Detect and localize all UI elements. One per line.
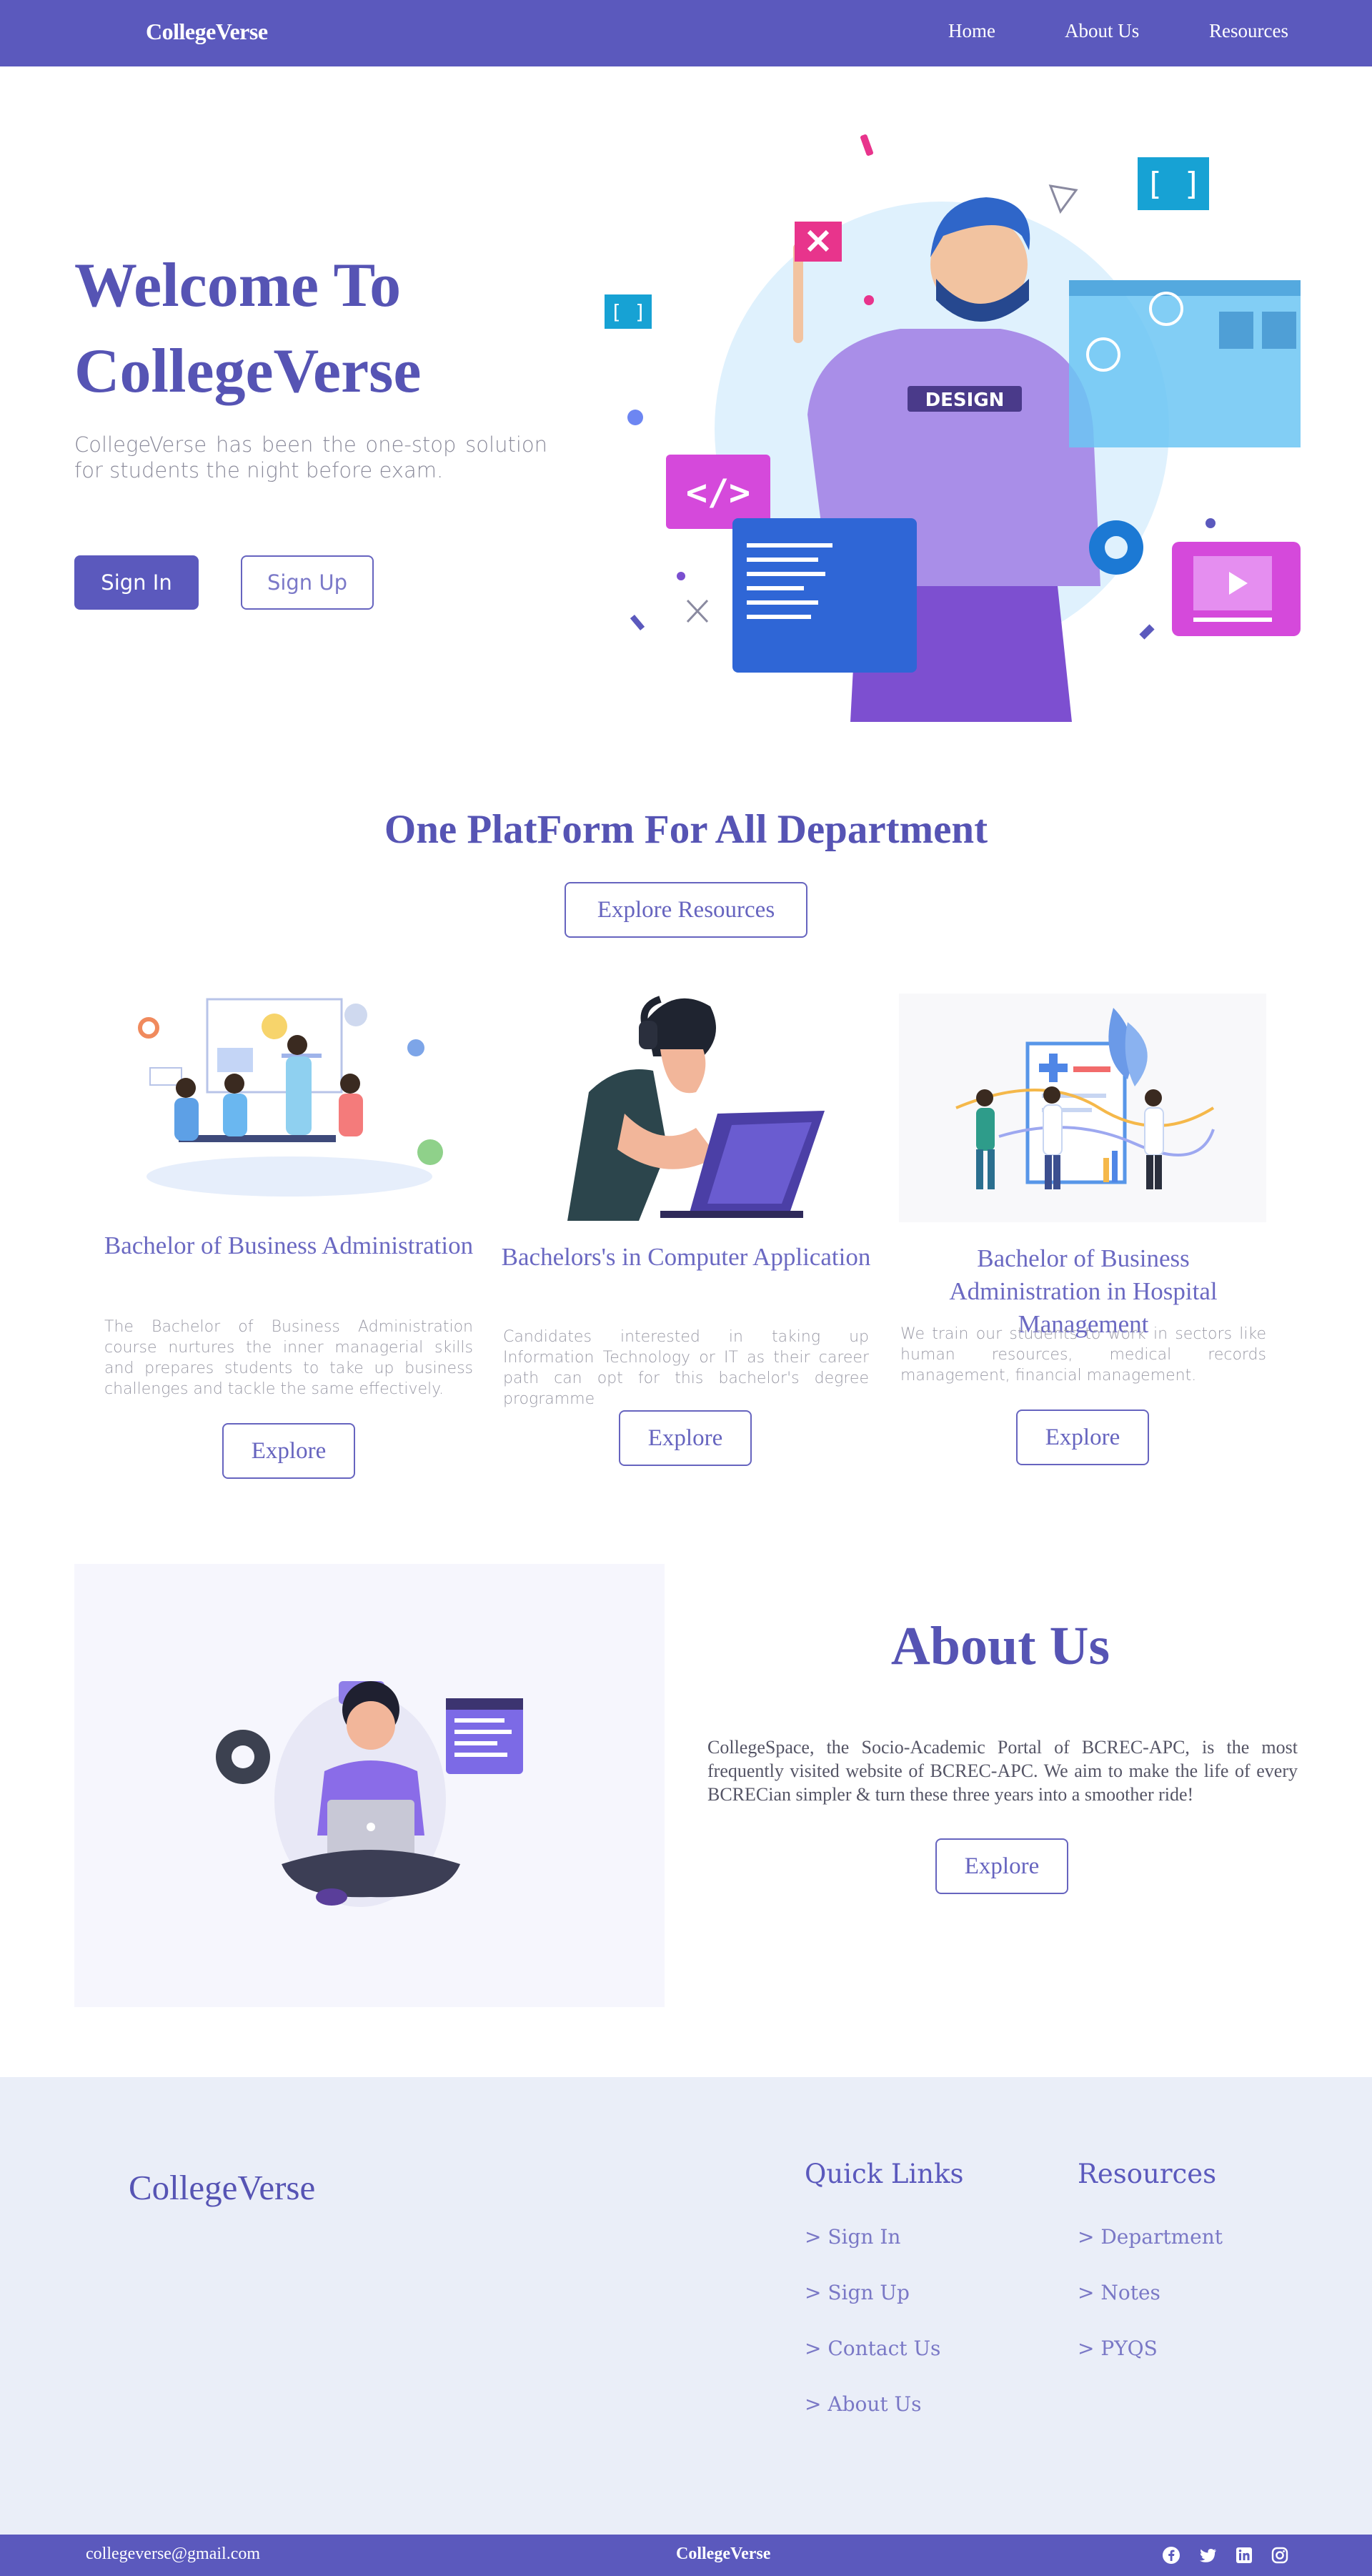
navbar: CollegeVerse Home About Us Resources xyxy=(0,0,1372,66)
hero-title-line2: CollegeVerse xyxy=(74,337,422,406)
about-description: CollegeSpace, the Socio-Academic Portal … xyxy=(707,1737,1298,1805)
footer xyxy=(0,2077,1372,2535)
footer-link-sign-up[interactable]: > Sign Up xyxy=(805,2281,910,2304)
section-title: One PlatForm For All Department xyxy=(384,807,988,852)
hero-title: Welcome To CollegeVerse xyxy=(74,243,589,415)
hero-description: CollegeVerse has been the one-stop solut… xyxy=(74,432,547,482)
card-description-bca: Candidates interested in taking up Infor… xyxy=(503,1328,869,1408)
explore-resources-button[interactable]: Explore Resources xyxy=(565,882,807,938)
footer-link-department[interactable]: > Department xyxy=(1078,2225,1223,2249)
about-illustration-panel: </> xyxy=(74,1564,665,2007)
sign-in-button[interactable]: Sign In xyxy=(74,555,199,610)
coder-illustration: </> xyxy=(216,1681,523,1907)
linkedin-icon[interactable] xyxy=(1235,2546,1253,2565)
footer-link-notes[interactable]: > Notes xyxy=(1078,2281,1160,2304)
card-description-bba-hospital: We train our students to work in sectors… xyxy=(900,1325,1266,1384)
footer-brand[interactable]: CollegeVerse xyxy=(129,2167,315,2208)
hospital-management-illustration xyxy=(899,994,1266,1222)
contact-email[interactable]: collegeverse@gmail.com xyxy=(86,2545,260,2564)
footer-link-about-us[interactable]: > About Us xyxy=(805,2392,922,2416)
footer-link-sign-in[interactable]: > Sign In xyxy=(805,2225,900,2249)
svg-text:[ ]: [ ] xyxy=(610,300,647,324)
navbar-brand[interactable]: CollegeVerse xyxy=(146,19,268,45)
bottom-brand: CollegeVerse xyxy=(676,2545,771,2563)
hero-illustration: [ ] [ ] DESIGN </> xyxy=(605,134,1301,722)
instagram-icon[interactable] xyxy=(1271,2546,1289,2565)
quick-links-heading: Quick Links xyxy=(805,2159,964,2189)
resources-heading: Resources xyxy=(1078,2159,1217,2189)
hero-title-line1: Welcome To xyxy=(74,251,402,320)
nav-link-about-us[interactable]: About Us xyxy=(1065,20,1139,42)
nav-link-home[interactable]: Home xyxy=(948,20,995,42)
business-team-illustration xyxy=(138,998,443,1197)
explore-button-bca[interactable]: Explore xyxy=(619,1410,752,1466)
svg-text:</>: </> xyxy=(686,472,750,513)
card-title-bca: Bachelors's in Computer Application xyxy=(501,1243,871,1271)
explore-button-bba-hospital[interactable]: Explore xyxy=(1016,1410,1149,1465)
svg-text:[ ]: [ ] xyxy=(1145,166,1201,202)
student-laptop-illustration xyxy=(567,996,825,1221)
nav-link-resources[interactable]: Resources xyxy=(1209,20,1288,42)
footer-link-pyqs[interactable]: > PYQS xyxy=(1078,2337,1158,2360)
card-title-bba: Bachelor of Business Administration xyxy=(104,1232,474,1259)
facebook-icon[interactable] xyxy=(1162,2546,1180,2565)
about-explore-button[interactable]: Explore xyxy=(935,1838,1068,1894)
card-description-bba: The Bachelor of Business Administration … xyxy=(104,1318,473,1398)
bottom-bar: collegeverse@gmail.com CollegeVerse xyxy=(0,2535,1372,2576)
sign-up-button[interactable]: Sign Up xyxy=(241,555,374,610)
footer-link-contact-us[interactable]: > Contact Us xyxy=(805,2337,940,2360)
explore-button-bba[interactable]: Explore xyxy=(222,1423,355,1479)
about-title: About Us xyxy=(890,1616,1110,1676)
design-badge-text: DESIGN xyxy=(925,390,1005,411)
twitter-icon[interactable] xyxy=(1199,2546,1218,2565)
